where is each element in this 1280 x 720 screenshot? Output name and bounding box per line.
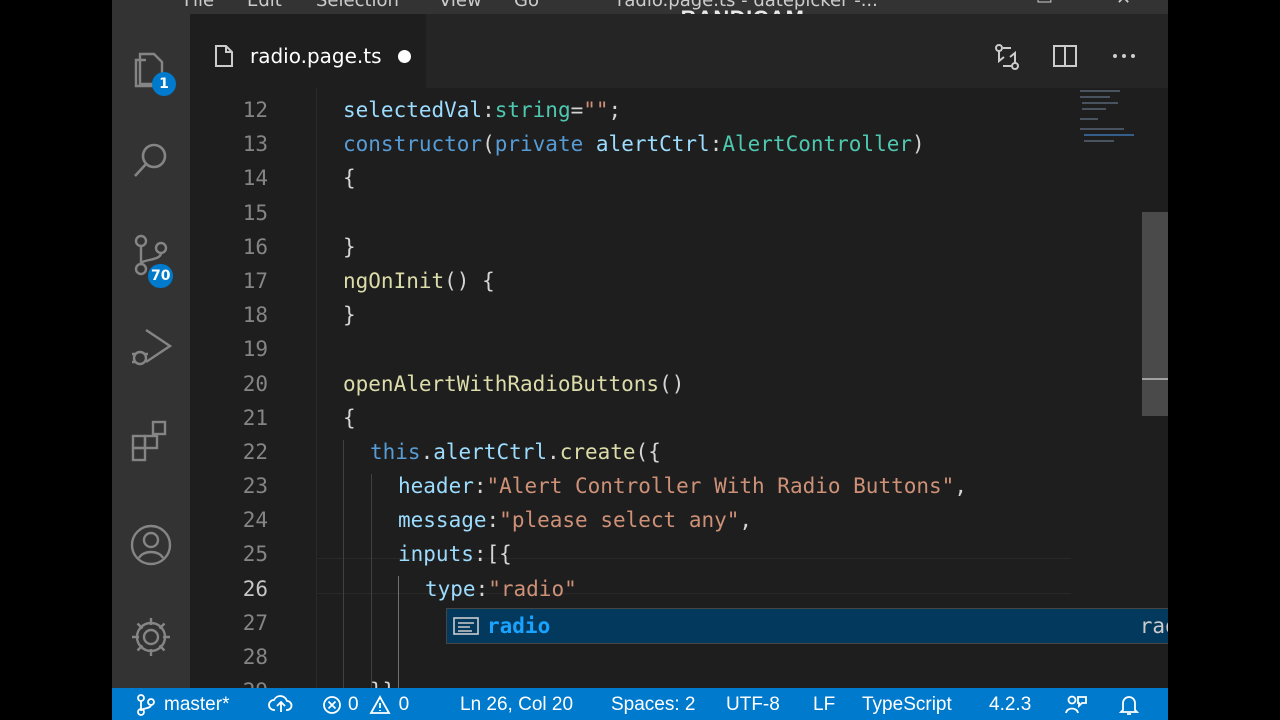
- code-line: openAlertWithRadioButtons(): [343, 372, 685, 396]
- line-number: 13: [242, 132, 268, 156]
- error-count: 0: [348, 694, 359, 715]
- line-number: 12: [242, 98, 268, 122]
- explorer-button[interactable]: 1: [112, 34, 190, 104]
- explorer-badge: 1: [152, 72, 176, 96]
- compare-changes-icon[interactable]: [992, 42, 1022, 72]
- line-number: 22: [242, 440, 268, 464]
- indent-guide: [398, 576, 399, 688]
- tab-label: radio.page.ts: [250, 44, 382, 68]
- gutter-edge: [316, 88, 317, 688]
- line-number: 25: [242, 542, 268, 566]
- cursor-position[interactable]: Ln 26, Col 20: [460, 694, 573, 716]
- menu-selection[interactable]: Selection: [316, 0, 399, 11]
- problems-indicator[interactable]: 0 0: [322, 694, 409, 716]
- error-icon: [323, 696, 341, 714]
- vscode-window: File Edit Selection View Go radio.page.t…: [112, 0, 1168, 720]
- code-line: {: [343, 166, 356, 190]
- line-number: 19: [242, 337, 268, 361]
- cloud-upload-icon: [268, 695, 293, 712]
- line-number: 29: [190, 679, 268, 688]
- notifications-button[interactable]: [1118, 694, 1140, 716]
- line-number: 14: [242, 166, 268, 190]
- status-bar: master* 0 0 Ln 26, Col 20 Spaces: 2 UTF-…: [112, 688, 1168, 720]
- activity-bar: 1 70: [112, 14, 190, 688]
- indentation[interactable]: Spaces: 2: [611, 694, 696, 716]
- scrollbar-cursor-marker: [1142, 378, 1168, 380]
- file-icon: [215, 45, 233, 67]
- line-number: 18: [242, 303, 268, 327]
- manage-button[interactable]: [112, 602, 190, 672]
- minimap[interactable]: [1076, 88, 1142, 168]
- line-number: 21: [242, 406, 268, 430]
- extensions-icon: [131, 420, 167, 462]
- close-icon[interactable]: ✕: [1116, 0, 1131, 9]
- bell-icon: [1118, 696, 1140, 715]
- encoding[interactable]: UTF-8: [726, 694, 780, 716]
- line-number: 28: [242, 645, 268, 669]
- suggestion-label[interactable]: radio: [487, 614, 550, 638]
- warning-icon: [369, 695, 391, 714]
- tab-bar: radio.page.ts: [190, 14, 1168, 88]
- indent-guide: [371, 474, 372, 688]
- line-number: 27: [242, 611, 268, 635]
- line-number: 20: [242, 372, 268, 396]
- menu-edit[interactable]: Edit: [247, 0, 282, 11]
- extensions-button[interactable]: [112, 406, 190, 476]
- branch-icon: [137, 694, 155, 716]
- line-number: 24: [242, 508, 268, 532]
- sync-button[interactable]: [268, 694, 294, 714]
- menu-file[interactable]: File: [184, 0, 214, 11]
- line-number-active: 26: [242, 577, 268, 601]
- menu-view[interactable]: View: [439, 0, 482, 11]
- indent-guide: [343, 440, 344, 688]
- text-suggestion-icon: [453, 617, 479, 635]
- line-number: 15: [242, 201, 268, 225]
- code-line: header:"Alert Controller With Radio Butt…: [398, 474, 967, 498]
- code-line: message:"please select any",: [398, 508, 753, 532]
- search-icon: [134, 143, 167, 177]
- code-line: inputs:[{: [398, 542, 512, 566]
- accounts-button[interactable]: [112, 510, 190, 580]
- code-editor[interactable]: 12 13 14 15 16 17 18 19 20 21 22 23 24 2…: [190, 88, 1168, 688]
- run-debug-icon: [132, 329, 173, 366]
- suggestion-widget[interactable]: radio radio: [446, 608, 1168, 644]
- feedback-icon: [1065, 695, 1087, 714]
- line-number: 23: [242, 474, 268, 498]
- search-button[interactable]: [112, 126, 190, 196]
- run-debug-button[interactable]: [112, 312, 190, 382]
- source-control-button[interactable]: 70: [112, 220, 190, 290]
- tab-radio-page[interactable]: radio.page.ts: [190, 14, 426, 88]
- branch-indicator[interactable]: master*: [136, 694, 229, 716]
- feedback-button[interactable]: [1064, 694, 1088, 716]
- suggestion-detail: radio: [1139, 614, 1168, 638]
- line-number: 17: [242, 269, 268, 293]
- line-number: 16: [242, 235, 268, 259]
- source-control-badge: 70: [148, 264, 174, 288]
- code-line: this.alertCtrl.create({: [370, 440, 661, 464]
- gear-icon: [132, 618, 170, 656]
- menu-go[interactable]: Go: [514, 0, 539, 11]
- end-of-line[interactable]: LF: [813, 694, 835, 716]
- code-line: ngOnInit() {: [343, 269, 495, 293]
- typescript-version[interactable]: 4.2.3: [989, 694, 1031, 716]
- split-editor-icon[interactable]: [1051, 42, 1079, 70]
- unsaved-dot-icon[interactable]: [398, 50, 411, 63]
- code-line: }: [343, 235, 356, 259]
- code-line-active: type:"radio": [425, 577, 577, 601]
- code-line: selectedVal:string="";: [343, 98, 622, 122]
- code-line: constructor(private alertCtrl:AlertContr…: [343, 132, 925, 156]
- more-actions-icon[interactable]: [1110, 42, 1138, 70]
- scrollbar-thumb[interactable]: [1142, 212, 1168, 416]
- account-icon: [130, 524, 172, 566]
- vertical-scrollbar[interactable]: [1142, 88, 1168, 688]
- restore-icon[interactable]: ▭: [1036, 0, 1053, 9]
- language-mode[interactable]: TypeScript: [862, 694, 952, 716]
- code-line: }}: [370, 679, 395, 688]
- code-line: {: [343, 406, 356, 430]
- branch-name: master*: [164, 694, 230, 715]
- code-line: }: [343, 303, 356, 327]
- warning-count: 0: [398, 694, 410, 715]
